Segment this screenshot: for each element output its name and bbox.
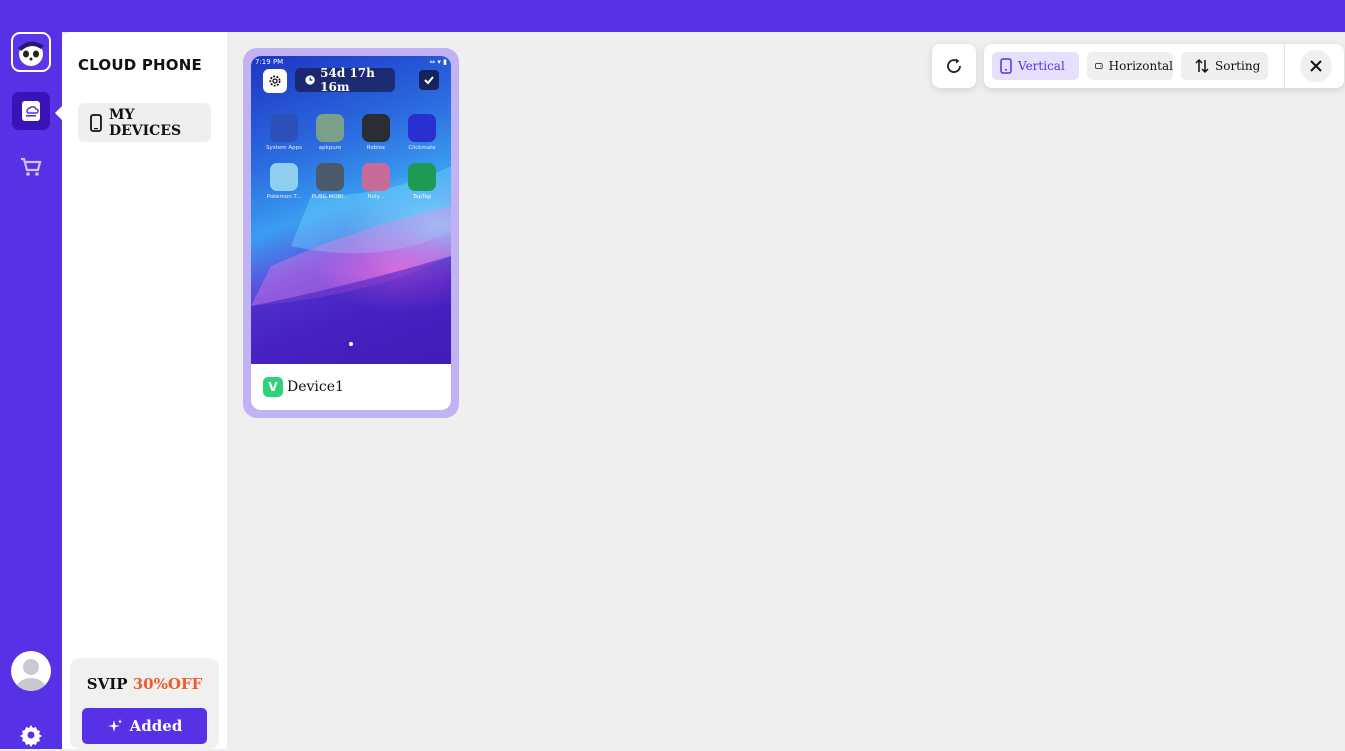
promo-discount: 30%OFF bbox=[132, 675, 203, 693]
app-roblox[interactable]: Roblox bbox=[353, 114, 399, 151]
added-label: Added bbox=[129, 717, 183, 735]
top-bar bbox=[0, 0, 1345, 32]
wallpaper bbox=[251, 166, 451, 364]
sorting-label: Sorting bbox=[1215, 59, 1261, 73]
panda-logo-icon[interactable] bbox=[11, 32, 51, 72]
roblox-icon bbox=[362, 114, 390, 142]
pubg-icon bbox=[316, 163, 344, 191]
phone-icon bbox=[90, 113, 102, 132]
remaining-time: 54d 17h 16m bbox=[320, 66, 375, 94]
app-label: TapTap bbox=[412, 194, 432, 200]
pokemon-icon bbox=[270, 163, 298, 191]
horizontal-label: Horizontal bbox=[1108, 59, 1173, 73]
app-label: PUBG MOBI... bbox=[311, 194, 349, 200]
taptap-icon bbox=[408, 163, 436, 191]
landscape-icon bbox=[1095, 63, 1103, 69]
apkpure-icon bbox=[316, 114, 344, 142]
active-indicator bbox=[55, 106, 62, 120]
sparkle-icon bbox=[107, 719, 122, 732]
close-icon bbox=[1310, 60, 1322, 72]
status-time: 7:19 PM bbox=[255, 58, 284, 66]
gear-icon bbox=[269, 75, 281, 87]
my-devices-label: MY DEVICES bbox=[108, 106, 182, 139]
svip-promo: SVIP 30%OFF Added bbox=[70, 658, 219, 749]
toolbar-divider bbox=[1284, 44, 1285, 88]
promo-prefix: SVIP bbox=[86, 675, 133, 693]
view-toolbar: Vertical Horizontal Sorting bbox=[984, 44, 1344, 88]
app-clickmate[interactable]: Clickmate bbox=[399, 114, 445, 151]
roly-icon bbox=[362, 163, 390, 191]
promo-text: SVIP 30%OFF bbox=[70, 675, 219, 693]
refresh-icon bbox=[947, 58, 961, 73]
app-label: Roly... bbox=[367, 194, 385, 200]
select-checkbox[interactable] bbox=[419, 70, 439, 90]
nav-rail bbox=[0, 32, 62, 749]
app-pubg[interactable]: PUBG MOBI... bbox=[307, 163, 353, 200]
app-apkpure[interactable]: apkpure bbox=[307, 114, 353, 151]
app-label: System Apps bbox=[266, 145, 302, 151]
device-settings-button[interactable] bbox=[263, 69, 287, 93]
app-system-apps[interactable]: System Apps bbox=[261, 114, 307, 151]
avatar[interactable] bbox=[11, 651, 51, 691]
clickmate-icon bbox=[408, 114, 436, 142]
cloud-phone-nav-button[interactable] bbox=[12, 92, 50, 130]
app-label: Pokémon T... bbox=[266, 194, 302, 200]
app-pokemon[interactable]: Pokémon T... bbox=[261, 163, 307, 200]
device-name: Device1 bbox=[287, 379, 344, 395]
vertical-view-button[interactable]: Vertical bbox=[992, 52, 1079, 80]
app-label: apkpure bbox=[318, 145, 342, 151]
close-button[interactable] bbox=[1300, 50, 1332, 82]
status-icons: ⇔ ▾ ▮ bbox=[429, 58, 447, 66]
added-button[interactable]: Added bbox=[82, 708, 207, 744]
page-indicator bbox=[349, 342, 353, 346]
device-card[interactable]: 7:19 PM ⇔ ▾ ▮ 54d 17h 16m System Apps ap… bbox=[243, 48, 459, 418]
app-taptap[interactable]: TapTap bbox=[399, 163, 445, 200]
settings-button[interactable] bbox=[19, 723, 43, 747]
app-roly[interactable]: Roly... bbox=[353, 163, 399, 200]
my-devices-button[interactable]: MY DEVICES bbox=[78, 103, 211, 142]
devices-area: 7:19 PM ⇔ ▾ ▮ 54d 17h 16m System Apps ap… bbox=[227, 32, 1345, 749]
sorting-button[interactable]: Sorting bbox=[1181, 52, 1268, 80]
check-icon bbox=[424, 76, 434, 85]
vertical-label: Vertical bbox=[1018, 59, 1065, 73]
app-label: Roblox bbox=[366, 145, 386, 151]
sort-icon bbox=[1195, 58, 1209, 74]
cart-icon bbox=[21, 157, 42, 176]
gear-icon bbox=[20, 725, 42, 747]
refresh-button[interactable] bbox=[932, 44, 976, 88]
vip-badge: V bbox=[263, 377, 283, 397]
cloud-phone-icon bbox=[22, 101, 40, 121]
shop-nav-button[interactable] bbox=[12, 148, 50, 186]
device-footer: V Device1 bbox=[251, 364, 451, 410]
system-apps-icon bbox=[270, 114, 298, 142]
avatar-icon bbox=[16, 659, 46, 691]
clock-icon bbox=[305, 75, 315, 85]
remaining-time-badge: 54d 17h 16m bbox=[295, 66, 395, 94]
app-grid: System Apps apkpure Roblox Clickmate Pok… bbox=[261, 114, 445, 200]
device-screen[interactable]: 7:19 PM ⇔ ▾ ▮ 54d 17h 16m System Apps ap… bbox=[251, 56, 451, 364]
cloud-phone-panel: CLOUD PHONE MY DEVICES SVIP 30%OFF Added bbox=[62, 32, 227, 749]
horizontal-view-button[interactable]: Horizontal bbox=[1087, 52, 1173, 80]
portrait-icon bbox=[1000, 58, 1012, 74]
panel-title: CLOUD PHONE bbox=[78, 56, 202, 74]
app-label: Clickmate bbox=[408, 145, 436, 151]
